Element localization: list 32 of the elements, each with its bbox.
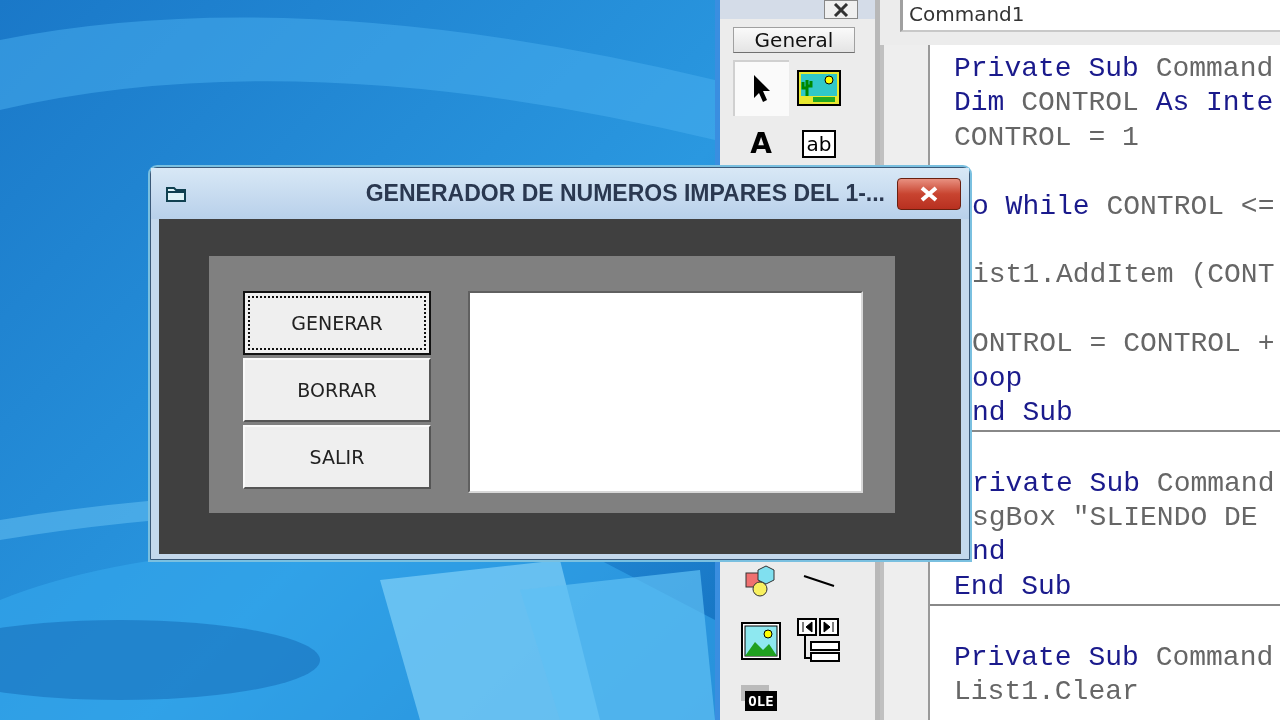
code-editor[interactable]: Private Sub Command Dim CONTROL As Inte CONTROL = 1 o While CONTROL <= ist1.AddItem (CONT ONTROL = CONTROL + oop nd Sub rivate Sub Command sgBox "SLIENDO DE nd End Sub Private Sub Command List1.Clear [930,45,1280,720]
code-line: nd [972,536,1006,568]
code-line: CONTROL = 1 [954,121,1139,153]
object-dropdown[interactable]: Command1 [900,0,1280,32]
code-line: rivate Sub Command [972,467,1275,499]
close-icon[interactable] [832,2,850,17]
code-line: List1.Clear [954,676,1139,708]
code-line: oop [972,362,1023,394]
code-line: Private Sub Command [954,53,1274,84]
pointer-icon[interactable] [752,74,772,104]
close-button[interactable] [897,177,961,210]
landscape-image-icon[interactable] [741,622,781,660]
command-button[interactable]: SALIR [243,425,431,489]
code-line: ONTROL = CONTROL + [972,328,1275,360]
line-icon[interactable] [803,575,835,587]
code-line: nd Sub [972,396,1073,428]
textbox-tool-icon[interactable]: ab [801,130,837,158]
cactus-image-icon[interactable] [797,70,841,106]
shapes-icon[interactable] [744,564,778,598]
close-button[interactable] [824,0,858,19]
command-button[interactable]: BORRAR [243,358,431,422]
command-button[interactable]: GENERAR [243,291,431,355]
code-line: Private Sub Command [954,641,1274,673]
code-line: End Sub [954,570,1072,602]
code-line: Dim CONTROL As Inte [954,87,1274,119]
label-tool-icon[interactable]: A [750,130,772,158]
code-line: sgBox "SLIENDO DE [972,502,1259,534]
code-line: o While CONTROL <= [972,190,1275,222]
toolbox-tab[interactable]: General [733,27,855,53]
window-title: GENERADOR DE NUMEROS IMPARES DEL 1-... [364,180,886,207]
code-line: ist1.AddItem (CONT [972,259,1275,291]
navigation-buttons-icon[interactable] [797,618,841,664]
